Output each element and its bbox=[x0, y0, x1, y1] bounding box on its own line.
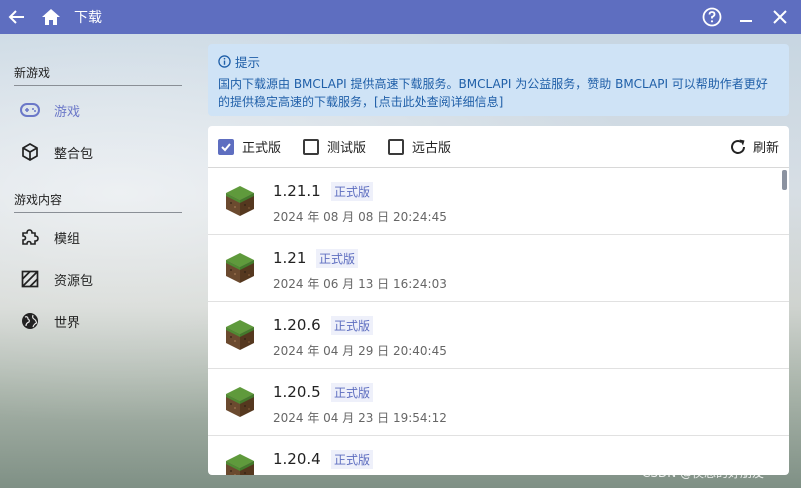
version-number: 1.21 bbox=[273, 249, 307, 267]
grass-block-icon bbox=[226, 454, 254, 475]
close-button[interactable] bbox=[763, 0, 797, 34]
refresh-icon bbox=[731, 139, 745, 154]
release-label: 正式版 bbox=[242, 141, 282, 156]
release-type-badge: 正式版 bbox=[331, 182, 374, 201]
help-button[interactable] bbox=[695, 0, 729, 34]
grass-block-icon bbox=[226, 186, 254, 216]
grass-block-icon bbox=[226, 253, 254, 283]
info-icon bbox=[218, 55, 231, 68]
grass-block-icon bbox=[226, 320, 254, 350]
version-number: 1.20.4 bbox=[273, 450, 321, 468]
release-type-badge: 正式版 bbox=[331, 316, 374, 335]
download-source-notice[interactable]: 提示 国内下载源由 BMCLAPI 提供高速下载服务。BMCLAPI 为公益服务… bbox=[208, 44, 789, 116]
version-list[interactable]: 1.21.1 正式版 2024 年 08 月 08 日 20:24:45 1.2… bbox=[208, 168, 789, 475]
window-title: 下载 bbox=[74, 10, 102, 26]
puzzle-icon bbox=[20, 227, 40, 247]
old-version-label: 远古版 bbox=[412, 141, 452, 156]
section-title-new-game: 新游戏 bbox=[14, 64, 182, 86]
version-row[interactable]: 1.20.5 正式版 2024 年 04 月 23 日 19:54:12 bbox=[208, 369, 789, 436]
release-date: 2024 年 04 月 29 日 20:40:45 bbox=[273, 344, 447, 358]
sidebar-item-mods[interactable]: 模组 bbox=[0, 219, 200, 255]
refresh-button[interactable]: 刷新 bbox=[729, 126, 779, 167]
sidebar-item-modpack[interactable]: 整合包 bbox=[0, 134, 200, 170]
version-panel: 正式版 测试版 远古版 刷新 1.21.1 正式版 2024 年 08 月 08… bbox=[208, 126, 789, 475]
home-icon bbox=[42, 9, 60, 25]
sidebar-item-label: 整合包 bbox=[54, 146, 94, 162]
filter-bar: 正式版 测试版 远古版 刷新 bbox=[208, 126, 789, 168]
sidebar: 新游戏 游戏 整合包 游戏内容 模组 资源包 世界 bbox=[0, 34, 200, 488]
notice-title: 提示 bbox=[235, 55, 261, 70]
package-icon bbox=[20, 142, 40, 162]
sidebar-item-label: 资源包 bbox=[54, 273, 94, 289]
release-type-badge: 正式版 bbox=[331, 383, 374, 402]
title-bar: 下载 bbox=[0, 0, 801, 34]
sidebar-item-resourcepacks[interactable]: 资源包 bbox=[0, 261, 200, 297]
checkbox-unchecked-icon bbox=[388, 138, 405, 155]
refresh-label: 刷新 bbox=[752, 141, 779, 156]
home-button[interactable] bbox=[34, 0, 68, 34]
version-row[interactable]: 1.21 正式版 2024 年 06 月 13 日 16:24:03 bbox=[208, 235, 789, 302]
close-icon bbox=[773, 10, 787, 24]
minimize-button[interactable] bbox=[729, 0, 763, 34]
gamepad-icon bbox=[20, 100, 40, 120]
release-date: 2024 年 06 月 13 日 16:24:03 bbox=[273, 277, 447, 291]
release-type-badge: 正式版 bbox=[316, 249, 359, 268]
version-row[interactable]: 1.21.1 正式版 2024 年 08 月 08 日 20:24:45 bbox=[208, 168, 789, 235]
globe-icon bbox=[20, 311, 40, 331]
snapshot-label: 测试版 bbox=[327, 141, 367, 156]
sidebar-item-label: 世界 bbox=[54, 315, 81, 331]
notice-text: 国内下载源由 BMCLAPI 提供高速下载服务。BMCLAPI 为公益服务，赞助… bbox=[218, 77, 768, 109]
version-number: 1.20.6 bbox=[273, 316, 321, 334]
back-button[interactable] bbox=[0, 0, 34, 34]
back-arrow-icon bbox=[8, 10, 24, 24]
scrollbar-thumb[interactable] bbox=[782, 170, 787, 190]
sidebar-item-label: 游戏 bbox=[54, 104, 81, 120]
sidebar-item-label: 模组 bbox=[54, 231, 81, 247]
release-checkbox[interactable]: 正式版 bbox=[218, 137, 281, 156]
snapshot-checkbox[interactable]: 测试版 bbox=[303, 137, 366, 156]
help-icon bbox=[702, 7, 722, 27]
section-title-game-content: 游戏内容 bbox=[14, 191, 182, 213]
checkbox-checked-icon bbox=[218, 138, 234, 155]
texture-icon bbox=[20, 269, 40, 289]
checkbox-unchecked-icon bbox=[303, 138, 320, 155]
sidebar-item-game[interactable]: 游戏 bbox=[0, 92, 200, 128]
sidebar-item-worlds[interactable]: 世界 bbox=[0, 303, 200, 339]
version-row[interactable]: 1.20.6 正式版 2024 年 04 月 29 日 20:40:45 bbox=[208, 302, 789, 369]
csdn-watermark: CSDN @侯总的好朋友 bbox=[642, 466, 765, 480]
minimize-icon bbox=[740, 20, 752, 22]
version-number: 1.20.5 bbox=[273, 383, 321, 401]
release-type-badge: 正式版 bbox=[331, 450, 374, 469]
grass-block-icon bbox=[226, 387, 254, 417]
release-date: 2024 年 04 月 23 日 19:54:12 bbox=[273, 411, 447, 425]
version-number: 1.21.1 bbox=[273, 182, 321, 200]
release-date: 2024 年 08 月 08 日 20:24:45 bbox=[273, 210, 447, 224]
old-version-checkbox[interactable]: 远古版 bbox=[388, 137, 451, 156]
